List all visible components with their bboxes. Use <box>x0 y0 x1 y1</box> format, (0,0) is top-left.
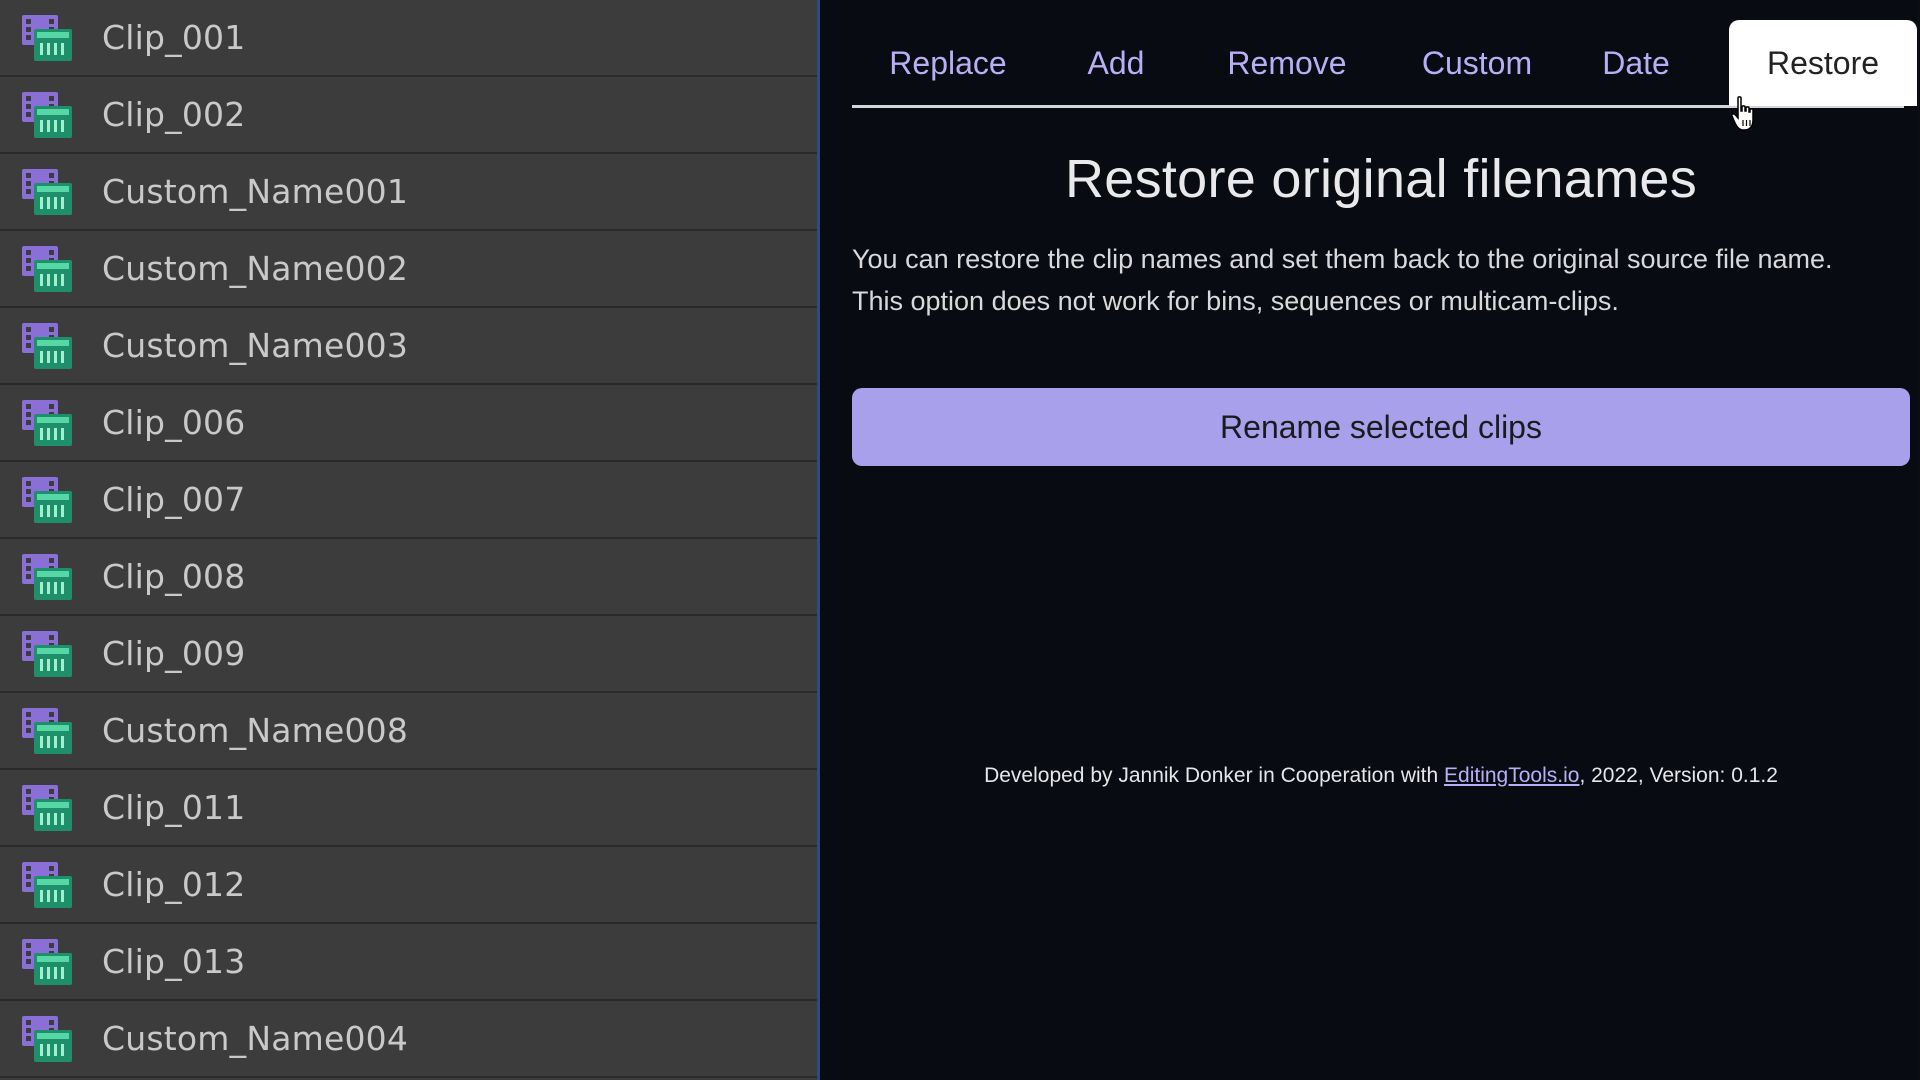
clip-icon <box>20 552 74 602</box>
tab-restore[interactable]: Restore <box>1729 20 1917 106</box>
clip-name: Clip_002 <box>102 95 245 134</box>
description-line-2: This option does not work for bins, sequ… <box>852 286 1619 316</box>
rename-panel: Replace Add Remove Custom Date Restore R… <box>820 0 1917 1080</box>
clip-row[interactable]: Custom_Name004 <box>0 1001 817 1078</box>
clip-row[interactable]: Clip_013 <box>0 924 817 1001</box>
clip-icon <box>20 706 74 756</box>
clip-name: Clip_008 <box>102 557 245 596</box>
clip-row[interactable]: Clip_002 <box>0 77 817 154</box>
clip-icon <box>20 398 74 448</box>
page-title: Restore original filenames <box>852 148 1910 210</box>
tab-bar: Replace Add Remove Custom Date Restore <box>852 20 1904 108</box>
footer-prefix: Developed by Jannik Donker in Cooperatio… <box>984 764 1444 787</box>
clip-icon <box>20 860 74 910</box>
rename-selected-clips-button[interactable]: Rename selected clips <box>852 388 1910 466</box>
clip-row[interactable]: Custom_Name008 <box>0 693 817 770</box>
footer-suffix: , 2022, Version: 0.1.2 <box>1579 764 1777 787</box>
clip-name: Clip_001 <box>102 18 245 57</box>
clip-row[interactable]: Custom_Name003 <box>0 308 817 385</box>
clip-icon <box>20 1014 74 1064</box>
tab-add[interactable]: Add <box>1044 20 1188 106</box>
clip-icon <box>20 783 74 833</box>
clip-name: Custom_Name008 <box>102 711 408 750</box>
clip-name: Clip_007 <box>102 480 245 519</box>
clip-name: Clip_011 <box>102 788 245 827</box>
clip-icon <box>20 937 74 987</box>
description: You can restore the clip names and set t… <box>852 238 1920 322</box>
clip-row[interactable]: Clip_011 <box>0 770 817 847</box>
clip-row[interactable]: Custom_Name002 <box>0 231 817 308</box>
clip-row[interactable]: Clip_009 <box>0 616 817 693</box>
clip-name: Custom_Name004 <box>102 1019 408 1058</box>
clip-name: Clip_006 <box>102 403 245 442</box>
footer: Developed by Jannik Donker in Cooperatio… <box>852 764 1910 788</box>
clip-name: Clip_013 <box>102 942 245 981</box>
clip-name: Custom_Name002 <box>102 249 408 288</box>
clip-icon <box>20 167 74 217</box>
tab-date[interactable]: Date <box>1568 20 1704 106</box>
tab-custom[interactable]: Custom <box>1386 20 1568 106</box>
clip-icon <box>20 475 74 525</box>
clip-row[interactable]: Clip_001 <box>0 0 817 77</box>
clip-name: Custom_Name003 <box>102 326 408 365</box>
clip-icon <box>20 13 74 63</box>
clip-icon <box>20 629 74 679</box>
clip-row[interactable]: Clip_012 <box>0 847 817 924</box>
editingtools-link[interactable]: EditingTools.io <box>1444 764 1579 787</box>
clip-list: Clip_001 Cli <box>0 0 820 1080</box>
description-line-1: You can restore the clip names and set t… <box>852 244 1833 274</box>
clip-row[interactable]: Clip_008 <box>0 539 817 616</box>
clip-icon <box>20 90 74 140</box>
clip-row[interactable]: Custom_Name001 <box>0 154 817 231</box>
clip-icon <box>20 244 74 294</box>
tab-remove[interactable]: Remove <box>1188 20 1386 106</box>
clip-name: Clip_009 <box>102 634 245 673</box>
clip-row[interactable]: Clip_006 <box>0 385 817 462</box>
tab-replace[interactable]: Replace <box>852 20 1044 106</box>
clip-icon <box>20 321 74 371</box>
clip-row[interactable]: Clip_007 <box>0 462 817 539</box>
clip-name: Clip_012 <box>102 865 245 904</box>
clip-name: Custom_Name001 <box>102 172 408 211</box>
